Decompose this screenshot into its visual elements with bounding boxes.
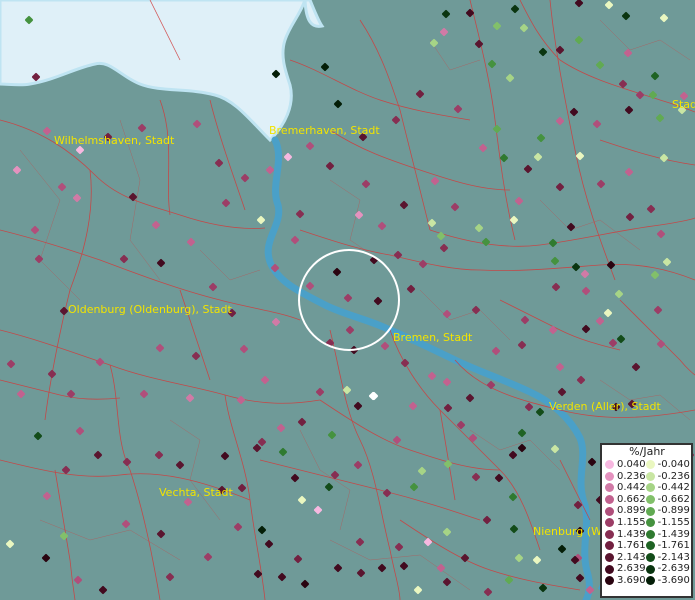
- legend-item: -0.899: [645, 505, 690, 517]
- legend-item: -1.439: [645, 528, 690, 541]
- legend-label: 2.639: [617, 563, 646, 575]
- legend-swatch-icon: [645, 460, 655, 470]
- legend-label: -0.442: [657, 482, 690, 494]
- legend-swatch-icon: [645, 471, 655, 481]
- legend-swatch-icon: [605, 541, 614, 551]
- legend-item: 0.040: [605, 459, 646, 471]
- place-label-vechta: Vechta, Stadt: [159, 486, 234, 499]
- legend-swatch-icon: [605, 471, 614, 481]
- place-label-bremerhaven: Bremerhaven, Stadt: [269, 124, 380, 137]
- legend-item: 0.662: [605, 494, 646, 506]
- legend-item: 2.143: [605, 552, 646, 564]
- legend-label: 0.236: [617, 470, 646, 482]
- legend-item: -1.761: [645, 540, 690, 552]
- place-label-verden: Verden (Aller), Stadt: [549, 400, 662, 413]
- legend-swatch-icon: [645, 506, 655, 516]
- map-canvas[interactable]: Wilhelmshaven, Stadt Bremerhaven, Stadt …: [0, 0, 695, 600]
- legend-swatch-icon: [645, 518, 655, 528]
- legend-item: -1.155: [645, 516, 690, 529]
- legend-item: 1.155: [605, 517, 646, 529]
- legend-label: -1.439: [657, 528, 690, 540]
- legend-swatch-icon: [605, 564, 614, 574]
- legend-negative-column: -0.040 -0.236 -0.442 -0.662 -0.899 -1.155 -1.4…: [645, 459, 690, 587]
- legend-item: 0.236: [605, 471, 646, 483]
- legend-label: -0.899: [657, 505, 690, 517]
- legend-swatch-icon: [605, 483, 614, 493]
- legend-swatch-icon: [645, 553, 655, 563]
- legend-item: -3.690: [645, 574, 690, 587]
- legend-label: 0.442: [617, 482, 646, 494]
- legend-item: 0.899: [605, 505, 646, 517]
- legend-item: -0.236: [645, 470, 690, 483]
- legend-label: -2.639: [657, 563, 690, 575]
- legend-swatch-icon: [605, 576, 614, 586]
- legend-label: 0.040: [617, 459, 646, 470]
- legend-swatch-icon: [645, 576, 655, 586]
- legend-item: 1.761: [605, 540, 646, 552]
- legend-label: 2.143: [617, 551, 646, 563]
- legend-item: -0.662: [645, 493, 690, 506]
- legend-label: 0.662: [617, 493, 646, 505]
- legend-swatch-icon: [645, 529, 655, 539]
- legend-label: -3.690: [657, 574, 690, 586]
- legend-label: -1.155: [657, 516, 690, 528]
- legend-swatch-icon: [645, 495, 655, 505]
- legend-positive-column: 0.040 0.236 0.442 0.662 0.899 1.155 1.439 1.761…: [605, 459, 646, 587]
- legend-item: -0.040: [645, 459, 690, 471]
- legend-swatch-icon: [645, 483, 655, 493]
- legend: %/Jahr 0.040 0.236 0.442 0.662 0.899 1.155 1.4…: [600, 443, 693, 598]
- legend-label: -0.662: [657, 493, 690, 505]
- legend-label: 1.761: [617, 540, 646, 552]
- legend-swatch-icon: [605, 518, 614, 528]
- legend-label: 3.690: [617, 574, 646, 586]
- legend-swatch-icon: [605, 506, 614, 516]
- legend-item: -2.143: [645, 551, 690, 564]
- legend-label: 1.439: [617, 528, 646, 540]
- legend-item: -2.639: [645, 563, 690, 575]
- legend-label: 0.899: [617, 505, 646, 517]
- legend-swatch-icon: [605, 529, 614, 539]
- place-label-stad: Stad: [672, 98, 695, 111]
- legend-swatch-icon: [645, 541, 655, 551]
- legend-item: 0.442: [605, 482, 646, 494]
- place-label-nienburg: Nienburg (We: [533, 525, 608, 538]
- legend-swatch-icon: [605, 553, 614, 563]
- legend-label: -0.040: [657, 459, 690, 470]
- legend-swatch-icon: [605, 495, 614, 505]
- legend-item: -0.442: [645, 482, 690, 494]
- legend-label: -1.761: [657, 540, 690, 552]
- legend-item: 1.439: [605, 529, 646, 541]
- legend-label: -2.143: [657, 551, 690, 563]
- legend-label: 1.155: [617, 516, 646, 528]
- legend-unit: %/Jahr: [629, 445, 665, 458]
- place-label-wilhelmshaven: Wilhelmshaven, Stadt: [54, 134, 175, 147]
- legend-item: 3.690: [605, 575, 646, 587]
- legend-swatch-icon: [645, 564, 655, 574]
- legend-label: -0.236: [657, 470, 690, 482]
- legend-swatch-icon: [605, 460, 614, 470]
- place-label-bremen: Bremen, Stadt: [393, 331, 473, 344]
- legend-item: 2.639: [605, 563, 646, 575]
- place-label-oldenburg: Oldenburg (Oldenburg), Stadt: [68, 303, 232, 316]
